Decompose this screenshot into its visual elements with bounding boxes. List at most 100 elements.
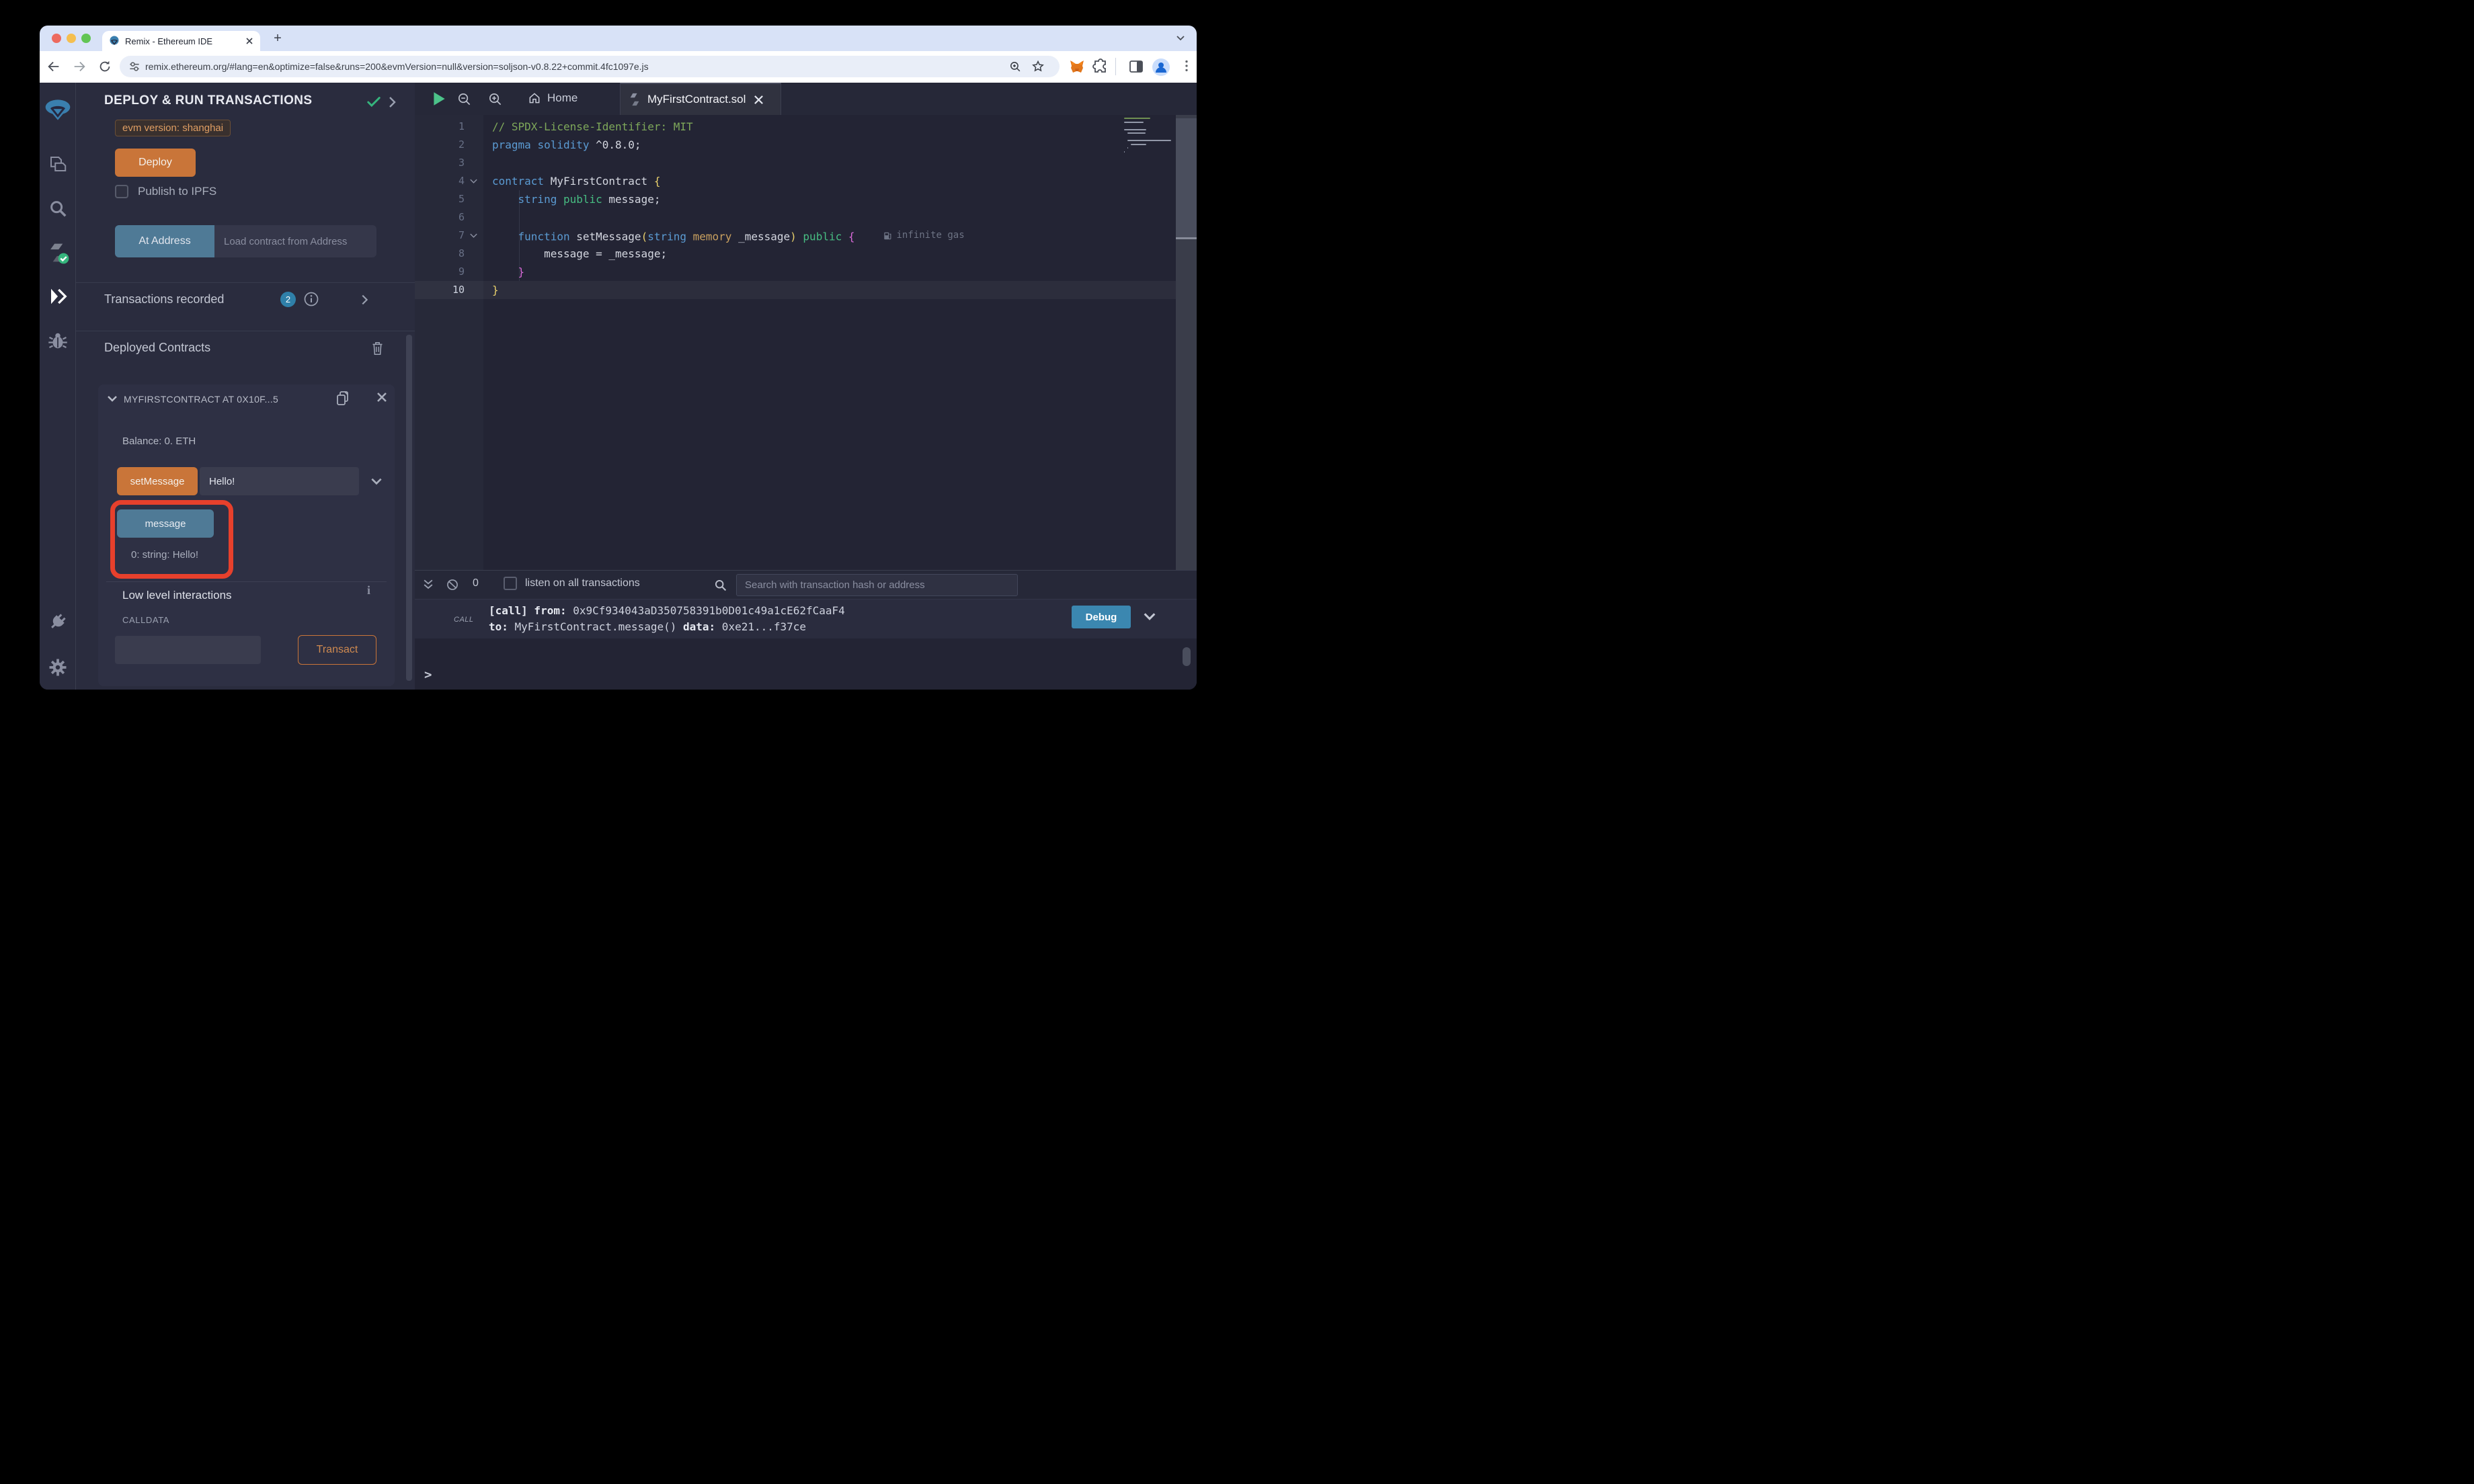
low-level-heading: Low level interactions <box>122 589 232 602</box>
bookmark-star-icon[interactable] <box>1031 60 1045 73</box>
browser-toolbar: remix.ethereum.org/#lang=en&optimize=fal… <box>40 51 1197 83</box>
log-line: to: MyFirstContract.message() data: 0xe2… <box>489 619 845 635</box>
code-editor[interactable]: Home MyFirstContract.sol 1// SPDX-Licens… <box>415 83 1197 570</box>
url-text: remix.ethereum.org/#lang=en&optimize=fal… <box>145 61 649 72</box>
publish-ipfs-label: Publish to IPFS <box>138 185 216 198</box>
panel-check-icon <box>366 95 381 110</box>
terminal-prompt[interactable]: > <box>424 667 432 682</box>
code-text: contract MyFirstContract { <box>492 172 660 190</box>
log-expand-chevron-icon[interactable] <box>1142 609 1157 624</box>
terminal-search-input[interactable] <box>736 574 1018 596</box>
profile-avatar[interactable] <box>1152 58 1170 76</box>
low-level-info-icon[interactable]: i <box>367 583 370 597</box>
log-line: [call] from: 0x9Cf934043aD350758391b0D01… <box>489 603 845 619</box>
evm-version-badge: evm version: shanghai <box>115 120 231 136</box>
at-address-input[interactable] <box>214 225 376 257</box>
file-tab-close-icon[interactable] <box>754 95 764 105</box>
code-lines[interactable]: 1// SPDX-License-Identifier: MIT2pragma … <box>415 118 1176 299</box>
side-panel-icon[interactable] <box>1128 58 1144 75</box>
zoom-out-icon[interactable] <box>456 91 472 107</box>
gas-annotation: infinite gas <box>883 226 965 245</box>
editor-scrollbar[interactable] <box>1176 115 1197 570</box>
expand-params-chevron-icon[interactable] <box>370 475 383 488</box>
transactions-recorded-label: Transactions recorded <box>104 292 224 306</box>
set-message-button[interactable]: setMessage <box>117 467 198 495</box>
home-icon <box>528 91 541 105</box>
at-address-button[interactable]: At Address <box>115 225 214 257</box>
pending-tx-count: 0 <box>473 577 479 589</box>
tab-myfirstcontract[interactable]: MyFirstContract.sol <box>620 83 781 115</box>
fold-chevron-icon[interactable] <box>469 176 479 186</box>
set-message-input[interactable] <box>200 467 359 495</box>
deploy-button[interactable]: Deploy <box>115 149 196 177</box>
code-line: 2pragma solidity ^0.8.0; <box>415 136 1176 154</box>
forward-button[interactable] <box>72 59 87 74</box>
contract-balance: Balance: 0. ETH <box>122 436 196 447</box>
tab-close-icon[interactable] <box>245 37 253 45</box>
panel-expand-chevron-icon[interactable] <box>386 95 398 110</box>
collapse-terminal-icon[interactable] <box>422 578 435 591</box>
transact-button[interactable]: Transact <box>298 635 376 665</box>
info-icon[interactable] <box>303 291 319 307</box>
message-result: 0: string: Hello! <box>131 549 198 561</box>
settings-gear-icon[interactable] <box>48 657 68 677</box>
code-text: } <box>492 263 524 281</box>
terminal-log-row[interactable]: CALL [call] from: 0x9Cf934043aD350758391… <box>415 600 1197 638</box>
address-bar[interactable]: remix.ethereum.org/#lang=en&optimize=fal… <box>120 56 1060 77</box>
log-call-badge: CALL <box>454 616 474 624</box>
maximize-window-button[interactable] <box>81 34 91 43</box>
panel-divider <box>76 282 415 283</box>
tab-home[interactable]: Home <box>528 91 577 105</box>
deployed-contract-card: MYFIRSTCONTRACT AT 0X10F...5 Balance: 0.… <box>98 384 395 686</box>
trash-icon[interactable] <box>370 341 385 356</box>
icon-rail <box>40 83 76 690</box>
panel-scrollbar[interactable] <box>406 335 412 681</box>
zoom-in-icon[interactable] <box>487 91 503 107</box>
run-script-play-icon[interactable] <box>430 90 448 108</box>
contract-header[interactable]: MYFIRSTCONTRACT AT 0X10F...5 <box>124 394 333 405</box>
line-number: 5 <box>415 190 465 208</box>
site-settings-icon[interactable] <box>128 60 141 73</box>
browser-menu-kebab-icon[interactable] <box>1179 58 1194 73</box>
code-text: } <box>492 281 499 299</box>
contract-close-icon[interactable] <box>376 392 387 403</box>
panel-title: DEPLOY & RUN TRANSACTIONS <box>104 93 312 108</box>
fold-chevron-icon[interactable] <box>469 231 479 241</box>
listen-all-checkbox[interactable] <box>504 577 517 590</box>
file-explorer-icon[interactable] <box>48 154 68 174</box>
debug-button[interactable]: Debug <box>1072 606 1131 628</box>
line-number: 2 <box>415 136 465 154</box>
line-number: 9 <box>415 263 465 281</box>
metamask-icon[interactable] <box>1069 58 1085 75</box>
minimize-window-button[interactable] <box>67 34 76 43</box>
minimap-line <box>1127 132 1146 134</box>
reload-button[interactable] <box>97 59 112 74</box>
close-window-button[interactable] <box>52 34 61 43</box>
deploy-run-icon[interactable] <box>48 286 68 306</box>
editor-scrollbar-thumb[interactable] <box>1176 118 1197 239</box>
remix-logo-icon[interactable] <box>43 95 73 125</box>
copy-icon[interactable] <box>335 390 351 407</box>
terminal-scrollbar-thumb[interactable] <box>1183 647 1191 666</box>
line-number: 4 <box>415 172 465 190</box>
tab-search-chevron-icon[interactable] <box>1175 32 1186 43</box>
toolbar-divider <box>1115 58 1116 75</box>
message-button[interactable]: message <box>117 509 214 538</box>
contract-collapse-chevron-icon[interactable] <box>106 393 118 405</box>
search-icon[interactable] <box>48 198 68 218</box>
plugin-manager-icon[interactable] <box>48 612 68 632</box>
page-zoom-icon[interactable] <box>1009 60 1022 73</box>
browser-tab[interactable]: Remix - Ethereum IDE <box>102 31 260 51</box>
extensions-puzzle-icon[interactable] <box>1092 58 1109 75</box>
new-tab-button[interactable]: + <box>270 30 286 46</box>
solidity-compiler-icon[interactable] <box>46 241 69 264</box>
code-text: message = _message; <box>492 245 667 263</box>
publish-ipfs-checkbox[interactable] <box>115 185 128 198</box>
debugger-bug-icon[interactable] <box>48 331 68 351</box>
minimap[interactable] <box>1124 118 1176 155</box>
calldata-input[interactable] <box>115 636 261 664</box>
back-button[interactable] <box>46 59 61 74</box>
transactions-expand-chevron-icon[interactable] <box>358 293 370 306</box>
clear-console-ban-icon[interactable] <box>446 578 459 591</box>
log-lines: [call] from: 0x9Cf934043aD350758391b0D01… <box>489 603 845 635</box>
